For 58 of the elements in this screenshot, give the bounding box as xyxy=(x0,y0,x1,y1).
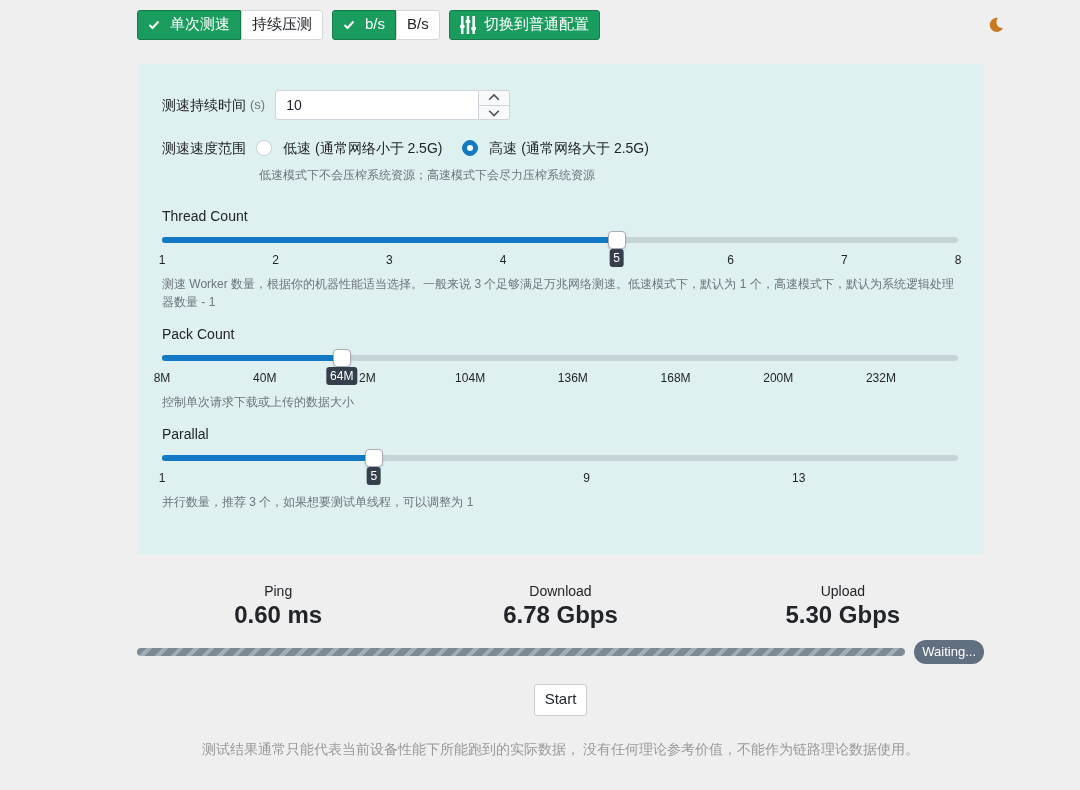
duration-label: 测速持续时间 xyxy=(162,95,246,115)
tick-label: 1 xyxy=(158,252,166,269)
tick-label: 9 xyxy=(583,470,590,487)
tick-label: 8 xyxy=(954,252,962,269)
tick-label: 3 xyxy=(386,252,393,269)
sliders-icon xyxy=(459,15,476,34)
moon-icon[interactable] xyxy=(988,16,1004,33)
duration-field[interactable]: 10 xyxy=(275,90,480,120)
tick-label: 2M xyxy=(359,370,376,387)
tick-label: 104M xyxy=(455,370,486,387)
chevron-up-icon[interactable] xyxy=(479,91,510,106)
stat-label: Download xyxy=(529,582,592,600)
tick-label: 6 xyxy=(727,252,734,269)
disclaimer-text: 测试结果通常只能代表当前设备性能下所能跑到的实际数据， 没有任何理论参考价值，不能作为链路理论数据使用。 xyxy=(201,739,920,759)
radio-label[interactable]: 低速 (通常网络小于 2.5G) xyxy=(283,137,443,159)
value-bubble: 64M xyxy=(326,367,358,385)
radio-button[interactable] xyxy=(462,140,479,156)
tick-label: 40M xyxy=(253,370,277,387)
slider-label: Thread Count xyxy=(162,207,249,225)
unit-toggle[interactable]: b/s xyxy=(332,9,396,40)
check-icon xyxy=(148,19,160,30)
unit-toggle[interactable]: B/s xyxy=(396,9,440,40)
slider-thumb[interactable] xyxy=(607,231,626,249)
value-bubble: 5 xyxy=(609,249,624,267)
spinner-control[interactable] xyxy=(479,90,511,120)
radio-label[interactable]: 高速 (通常网络大于 2.5G) xyxy=(489,137,649,159)
stat-value: 6.78 Gbps xyxy=(503,600,618,630)
tick-label: 200M xyxy=(763,370,794,387)
tick-label: 1 xyxy=(158,470,166,487)
tick-label: 13 xyxy=(792,470,806,487)
speed-range-hint: 低速模式下不会压榨系统资源；高速模式下会尽力压榨系统资源 xyxy=(259,167,596,184)
tick-label: 2 xyxy=(272,252,280,269)
slider-hint: 控制单次请求下载或上传的数据大小 xyxy=(162,394,355,411)
unit-label: (s) xyxy=(250,96,266,115)
mode-toggle[interactable]: 单次测速 xyxy=(137,9,241,40)
slider-hint: 并行数量，推荐 3 个，如果想要测试单线程，可以调整为 1 xyxy=(162,494,475,511)
slider-label: Parallal xyxy=(162,425,210,443)
mode-toggle[interactable]: 持续压测 xyxy=(241,9,323,40)
stat-value: 5.30 Gbps xyxy=(785,600,901,630)
stat-label: Ping xyxy=(264,582,293,600)
tick-label: 7 xyxy=(840,252,848,269)
tick-label: 8M xyxy=(153,370,171,387)
slider-hint: 测速 Worker 数量，根据你的机器性能适当选择。一般来说 3 个足够满足万兆网络测速。低速模式下，默认为 1 个，高速模式下，默认为系统逻辑处理器数量 - 1 xyxy=(162,276,955,311)
switch-config-button[interactable]: 切换到普通配置 xyxy=(448,9,600,40)
slider-thumb[interactable] xyxy=(332,349,351,367)
tick-label: 4 xyxy=(499,252,507,269)
check-icon xyxy=(343,19,355,30)
stat-value: 0.60 ms xyxy=(234,600,323,630)
slider-label: Pack Count xyxy=(162,325,236,343)
value-bubble: 5 xyxy=(366,467,382,485)
tick-label: 232M xyxy=(865,370,896,387)
tick-label: 136M xyxy=(557,370,588,387)
status-badge: Waiting... xyxy=(914,640,984,664)
start-button[interactable]: Start xyxy=(533,683,588,716)
speed-range-label: 测速速度范围 xyxy=(162,138,246,158)
stat-label: Upload xyxy=(820,582,865,600)
slider-thumb[interactable] xyxy=(364,449,383,467)
tick-label: 168M xyxy=(660,370,691,387)
